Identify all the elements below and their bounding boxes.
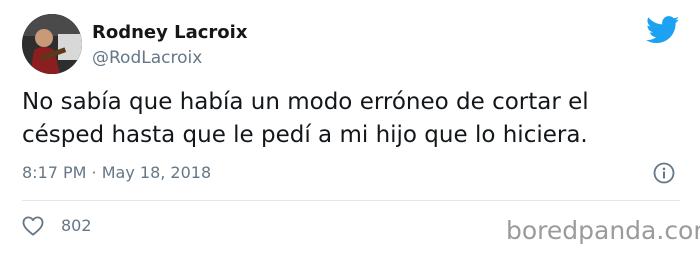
twitter-bird-icon[interactable] <box>646 16 680 44</box>
author-name[interactable]: Rodney Lacroix <box>92 22 247 43</box>
author-handle[interactable]: @RodLacroix <box>92 48 202 68</box>
like-count: 802 <box>61 216 92 235</box>
avatar-image <box>22 14 82 74</box>
tweet-text: No sabía que había un modo erróneo de co… <box>22 86 672 152</box>
tweet-text-line-1: No sabía que había un modo erróneo de co… <box>22 89 589 115</box>
avatar[interactable] <box>22 14 82 74</box>
tweet-timestamp[interactable]: 8:17 PM · May 18, 2018 <box>22 163 211 182</box>
heart-icon[interactable] <box>22 216 44 236</box>
watermark: boredpanda.com <box>506 216 700 245</box>
tweet-card: Rodney Lacroix @RodLacroix No sabía que … <box>0 0 700 253</box>
divider <box>22 200 680 201</box>
info-icon[interactable] <box>653 162 675 184</box>
tweet-text-line-2: césped hasta que le pedí a mi hijo que l… <box>22 122 588 148</box>
